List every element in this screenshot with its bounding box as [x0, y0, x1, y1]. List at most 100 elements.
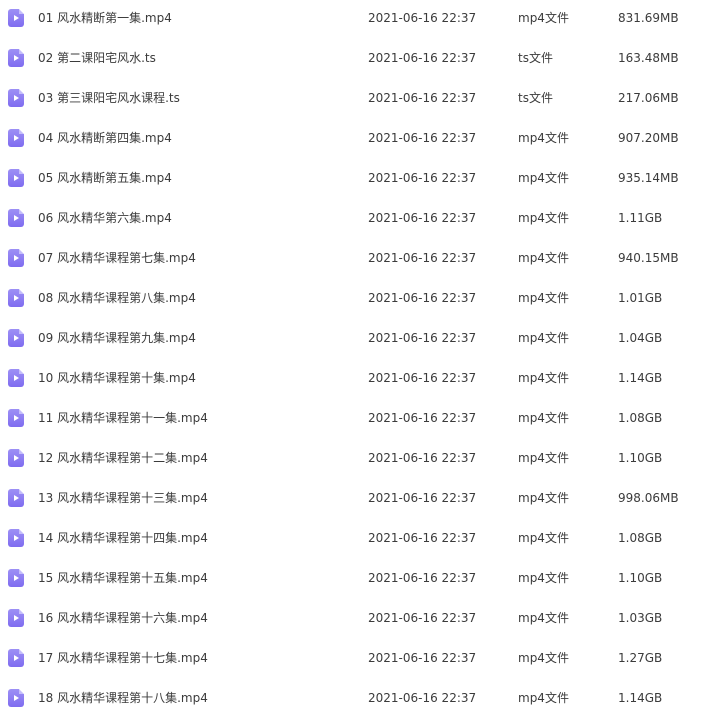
file-row[interactable]: 07 风水精华课程第七集.mp4 2021-06-16 22:37 mp4文件 … [0, 238, 728, 278]
file-name[interactable]: 10 风水精华课程第十集.mp4 [38, 370, 196, 386]
file-name[interactable]: 15 风水精华课程第十五集.mp4 [38, 570, 208, 586]
file-type: mp4文件 [518, 331, 569, 345]
file-name[interactable]: 14 风水精华课程第十四集.mp4 [38, 530, 208, 546]
play-glyph [14, 695, 19, 701]
video-file-icon [8, 569, 24, 587]
file-row[interactable]: 09 风水精华课程第九集.mp4 2021-06-16 22:37 mp4文件 … [0, 318, 728, 358]
file-name[interactable]: 07 风水精华课程第七集.mp4 [38, 250, 196, 266]
file-size: 1.14GB [618, 691, 663, 705]
file-modified-date: 2021-06-16 22:37 [368, 131, 477, 145]
file-modified-date: 2021-06-16 22:37 [368, 171, 477, 185]
file-type: mp4文件 [518, 251, 569, 265]
file-type: mp4文件 [518, 211, 569, 225]
file-row[interactable]: 11 风水精华课程第十一集.mp4 2021-06-16 22:37 mp4文件… [0, 398, 728, 438]
video-file-icon [8, 369, 24, 387]
file-name[interactable]: 03 第三课阳宅风水课程.ts [38, 90, 180, 106]
file-row[interactable]: 16 风水精华课程第十六集.mp4 2021-06-16 22:37 mp4文件… [0, 598, 728, 638]
file-size: 1.11GB [618, 211, 663, 225]
file-type: mp4文件 [518, 451, 569, 465]
file-name[interactable]: 05 风水精断第五集.mp4 [38, 170, 172, 186]
file-name[interactable]: 11 风水精华课程第十一集.mp4 [38, 410, 208, 426]
file-row[interactable]: 17 风水精华课程第十七集.mp4 2021-06-16 22:37 mp4文件… [0, 638, 728, 678]
file-modified-date: 2021-06-16 22:37 [368, 571, 477, 585]
file-name[interactable]: 06 风水精华第六集.mp4 [38, 210, 172, 226]
play-glyph [14, 335, 19, 341]
play-glyph [14, 575, 19, 581]
video-file-icon [8, 209, 24, 227]
video-file-icon [8, 409, 24, 427]
file-size: 1.10GB [618, 571, 663, 585]
file-size: 1.08GB [618, 531, 663, 545]
file-row[interactable]: 12 风水精华课程第十二集.mp4 2021-06-16 22:37 mp4文件… [0, 438, 728, 478]
file-name[interactable]: 01 风水精断第一集.mp4 [38, 10, 172, 26]
file-modified-date: 2021-06-16 22:37 [368, 371, 477, 385]
file-row[interactable]: 18 风水精华课程第十八集.mp4 2021-06-16 22:37 mp4文件… [0, 678, 728, 718]
video-file-icon [8, 649, 24, 667]
play-glyph [14, 135, 19, 141]
file-type: mp4文件 [518, 651, 569, 665]
file-row[interactable]: 13 风水精华课程第十三集.mp4 2021-06-16 22:37 mp4文件… [0, 478, 728, 518]
file-size: 1.14GB [618, 371, 663, 385]
play-glyph [14, 655, 19, 661]
file-row[interactable]: 02 第二课阳宅风水.ts 2021-06-16 22:37 ts文件 163.… [0, 38, 728, 78]
file-type: mp4文件 [518, 411, 569, 425]
file-row[interactable]: 06 风水精华第六集.mp4 2021-06-16 22:37 mp4文件 1.… [0, 198, 728, 238]
file-name[interactable]: 16 风水精华课程第十六集.mp4 [38, 610, 208, 626]
video-file-icon [8, 49, 24, 67]
file-row[interactable]: 08 风水精华课程第八集.mp4 2021-06-16 22:37 mp4文件 … [0, 278, 728, 318]
file-name[interactable]: 02 第二课阳宅风水.ts [38, 50, 156, 66]
file-type: mp4文件 [518, 371, 569, 385]
video-file-icon [8, 329, 24, 347]
file-row[interactable]: 01 风水精断第一集.mp4 2021-06-16 22:37 mp4文件 83… [0, 0, 728, 38]
video-file-icon [8, 609, 24, 627]
file-modified-date: 2021-06-16 22:37 [368, 331, 477, 345]
video-file-icon [8, 689, 24, 707]
file-name[interactable]: 12 风水精华课程第十二集.mp4 [38, 450, 208, 466]
file-modified-date: 2021-06-16 22:37 [368, 291, 477, 305]
file-row[interactable]: 03 第三课阳宅风水课程.ts 2021-06-16 22:37 ts文件 21… [0, 78, 728, 118]
video-file-icon [8, 9, 24, 27]
file-type: mp4文件 [518, 571, 569, 585]
file-row[interactable]: 14 风水精华课程第十四集.mp4 2021-06-16 22:37 mp4文件… [0, 518, 728, 558]
file-name[interactable]: 13 风水精华课程第十三集.mp4 [38, 490, 208, 506]
file-type: mp4文件 [518, 131, 569, 145]
play-glyph [14, 95, 19, 101]
file-size: 940.15MB [618, 251, 679, 265]
file-row[interactable]: 15 风水精华课程第十五集.mp4 2021-06-16 22:37 mp4文件… [0, 558, 728, 598]
file-modified-date: 2021-06-16 22:37 [368, 91, 477, 105]
file-row[interactable]: 10 风水精华课程第十集.mp4 2021-06-16 22:37 mp4文件 … [0, 358, 728, 398]
video-file-icon [8, 529, 24, 547]
file-row[interactable]: 04 风水精断第四集.mp4 2021-06-16 22:37 mp4文件 90… [0, 118, 728, 158]
file-size: 1.10GB [618, 451, 663, 465]
file-row[interactable]: 05 风水精断第五集.mp4 2021-06-16 22:37 mp4文件 93… [0, 158, 728, 198]
file-modified-date: 2021-06-16 22:37 [368, 651, 477, 665]
play-glyph [14, 255, 19, 261]
file-size: 1.01GB [618, 291, 663, 305]
file-type: mp4文件 [518, 291, 569, 305]
video-file-icon [8, 169, 24, 187]
play-glyph [14, 295, 19, 301]
file-type: ts文件 [518, 51, 553, 65]
play-glyph [14, 615, 19, 621]
file-name[interactable]: 04 风水精断第四集.mp4 [38, 130, 172, 146]
file-size: 1.04GB [618, 331, 663, 345]
play-glyph [14, 55, 19, 61]
file-type: mp4文件 [518, 611, 569, 625]
file-modified-date: 2021-06-16 22:37 [368, 411, 477, 425]
play-glyph [14, 175, 19, 181]
file-size: 831.69MB [618, 11, 679, 25]
file-modified-date: 2021-06-16 22:37 [368, 451, 477, 465]
file-type: mp4文件 [518, 691, 569, 705]
file-name[interactable]: 17 风水精华课程第十七集.mp4 [38, 650, 208, 666]
file-size: 1.03GB [618, 611, 663, 625]
file-modified-date: 2021-06-16 22:37 [368, 611, 477, 625]
file-type: ts文件 [518, 91, 553, 105]
file-size: 907.20MB [618, 131, 679, 145]
file-name[interactable]: 09 风水精华课程第九集.mp4 [38, 330, 196, 346]
play-glyph [14, 455, 19, 461]
video-file-icon [8, 129, 24, 147]
video-file-icon [8, 289, 24, 307]
file-name[interactable]: 18 风水精华课程第十八集.mp4 [38, 690, 208, 706]
file-name[interactable]: 08 风水精华课程第八集.mp4 [38, 290, 196, 306]
file-modified-date: 2021-06-16 22:37 [368, 251, 477, 265]
